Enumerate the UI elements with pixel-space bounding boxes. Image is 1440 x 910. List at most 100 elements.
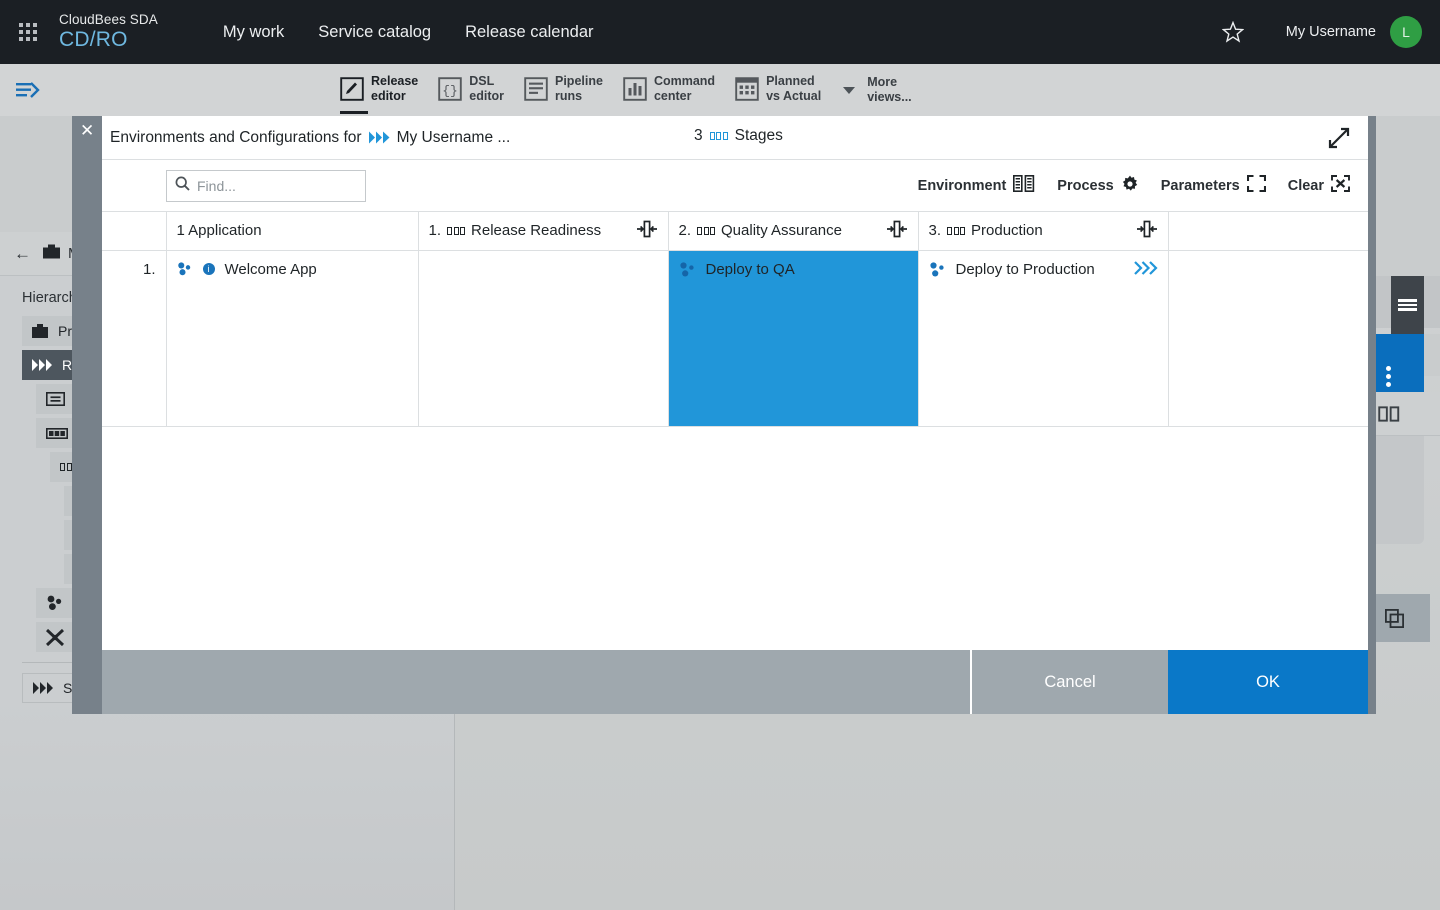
column-header-stage-3[interactable]: 3. Production [918, 212, 1168, 250]
panel-expand-icon[interactable] [16, 80, 42, 100]
more-views-line1: More [867, 75, 897, 89]
stage-1-cell[interactable] [418, 250, 668, 426]
process-icon [929, 261, 946, 278]
tab-label-line1: DSL [469, 74, 494, 88]
application-icon [46, 595, 64, 611]
column-header-application[interactable]: 1 Application [166, 212, 418, 250]
briefcase-icon [32, 324, 48, 338]
search-input[interactable] [197, 178, 357, 194]
tab-label: Planned vs Actual [766, 74, 821, 104]
fit-width-icon[interactable] [1136, 220, 1158, 242]
tab-label-line1: Release [371, 74, 418, 88]
stage-index: 3. [929, 222, 942, 239]
avatar[interactable]: L [1390, 16, 1422, 48]
stage-index: 2. [679, 222, 692, 239]
calendar-square-icon [735, 77, 759, 101]
application-cell[interactable]: i Welcome App [166, 250, 418, 426]
stage-name: Quality Assurance [721, 222, 842, 239]
username-label[interactable]: My Username [1286, 24, 1376, 40]
top-bar-right: My Username L [1222, 16, 1440, 48]
tab-label-line1: Planned [766, 74, 815, 88]
brand-line1: CloudBees SDA [59, 13, 158, 27]
brand-logo[interactable]: CloudBees SDA CD/RO [59, 13, 158, 50]
table-body: 1. i Welcome App [102, 250, 1368, 426]
tab-dsl-editor[interactable]: {} DSL editor [438, 74, 504, 106]
tab-planned-vs-actual[interactable]: Planned vs Actual [735, 74, 821, 106]
main-navigation-links: My work Service catalog Release calendar [206, 23, 611, 42]
copy-icon [1385, 609, 1404, 628]
release-chevrons-icon [32, 359, 52, 371]
row-index-cell: 1. [102, 250, 166, 426]
release-chevrons-icon [33, 682, 53, 694]
stage-name: Production [971, 222, 1043, 239]
process-button-label: Process [1057, 178, 1113, 194]
stages-icon [710, 132, 728, 140]
nav-link-release-calendar[interactable]: Release calendar [448, 23, 610, 42]
chevron-down-icon[interactable] [843, 87, 855, 94]
process-icon [679, 261, 696, 278]
arrow-left-icon[interactable]: ← [14, 244, 31, 264]
environment-button-label: Environment [918, 178, 1007, 194]
tab-pipeline-runs[interactable]: Pipeline runs [524, 74, 603, 106]
tab-label-line2: center [654, 89, 692, 103]
tab-label-line2: runs [555, 89, 582, 103]
environments-grid: 1 Application 1. Release Readiness [102, 212, 1368, 650]
search-box[interactable] [166, 170, 366, 202]
column-header-index [102, 212, 166, 250]
dialog-toolbar: Environment Process Parameters Clear [102, 160, 1368, 212]
tab-label-line1: Command [654, 74, 715, 88]
tools-icon [46, 629, 64, 646]
brackets-icon [1247, 175, 1266, 196]
footer-spacer [102, 650, 970, 714]
info-icon[interactable]: i [203, 263, 215, 275]
column-header-label: 1 Application [177, 222, 262, 239]
ok-button[interactable]: OK [1168, 650, 1368, 714]
expand-diagonal-icon[interactable] [1328, 127, 1350, 149]
search-icon [175, 176, 190, 196]
dialog-toolbar-actions: Environment Process Parameters Clear [918, 175, 1368, 197]
stage-2-process-name: Deploy to QA [706, 261, 795, 278]
briefcase-icon [43, 244, 60, 264]
spacer-cell [1168, 250, 1368, 426]
stage-2-cell[interactable]: Deploy to QA [668, 250, 918, 426]
stage-index: 1. [429, 222, 442, 239]
gear-icon [1121, 175, 1139, 197]
stage-3-process-name: Deploy to Production [956, 261, 1095, 278]
star-icon[interactable] [1222, 21, 1244, 43]
lines-square-icon [524, 77, 548, 101]
view-tab-bar: Release editor {} DSL editor Pipeline ru… [0, 64, 1440, 116]
cancel-button[interactable]: Cancel [970, 650, 1168, 714]
clear-x-icon [1331, 175, 1350, 196]
environment-button[interactable]: Environment [918, 175, 1036, 196]
segments-icon [46, 428, 68, 439]
dialog-title: Environments and Configurations for My U… [110, 129, 510, 147]
nav-link-my-work[interactable]: My work [206, 23, 301, 42]
stage-3-cell[interactable]: Deploy to Production [918, 250, 1168, 426]
parameters-button-label: Parameters [1161, 178, 1240, 194]
stages-icon [697, 227, 715, 235]
tab-command-center[interactable]: Command center [623, 74, 715, 106]
tab-label-line2: editor [371, 89, 406, 103]
sidebar-item-label: Pr [58, 323, 72, 339]
column-header-stage-1[interactable]: 1. Release Readiness [418, 212, 668, 250]
grid-apps-icon[interactable] [19, 23, 37, 41]
fit-width-icon[interactable] [636, 220, 658, 242]
more-views-button[interactable]: More views... [867, 75, 911, 105]
canvas-hamburger-button[interactable] [1391, 276, 1424, 334]
tab-release-editor[interactable]: Release editor [340, 74, 418, 106]
application-name: Welcome App [225, 261, 317, 278]
tab-label-line1: Pipeline [555, 74, 603, 88]
svg-text:{}: {} [442, 84, 458, 99]
fit-width-icon[interactable] [886, 220, 908, 242]
clear-button[interactable]: Clear [1288, 175, 1350, 196]
dialog-title-release-name[interactable]: My Username ... [397, 129, 511, 147]
stage-count-badge: 3 Stages [694, 127, 783, 145]
process-button[interactable]: Process [1057, 175, 1138, 197]
clear-button-label: Clear [1288, 178, 1324, 194]
close-icon[interactable]: ✕ [80, 121, 94, 141]
top-navigation-bar: CloudBees SDA CD/RO My work Service cata… [0, 0, 1440, 64]
column-header-stage-2[interactable]: 2. Quality Assurance [668, 212, 918, 250]
parameters-button[interactable]: Parameters [1161, 175, 1266, 196]
chevrons-right-icon[interactable] [1134, 261, 1158, 279]
nav-link-service-catalog[interactable]: Service catalog [301, 23, 448, 42]
